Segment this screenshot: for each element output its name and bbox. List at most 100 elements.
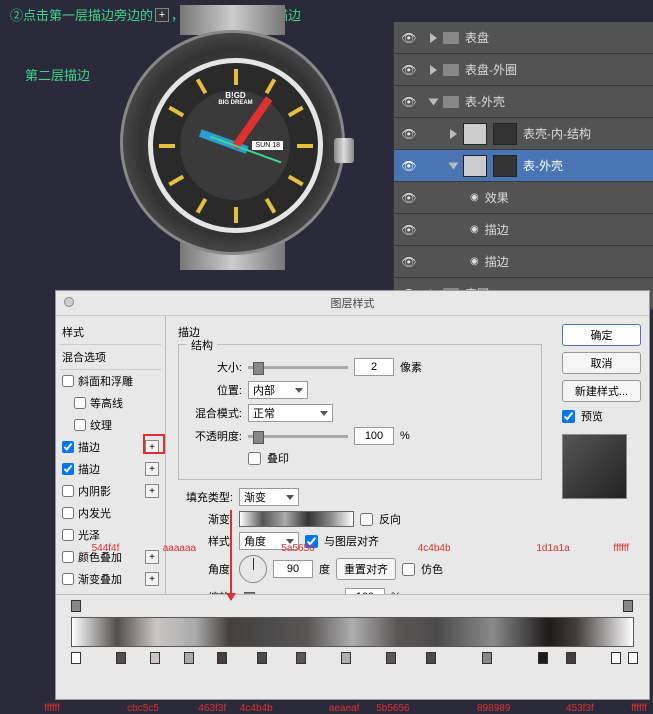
add-stroke-icon[interactable]: + [145,572,159,586]
visibility-icon[interactable]: 👁 [400,255,418,269]
size-input[interactable] [354,358,394,376]
ok-button[interactable]: 确定 [562,324,641,346]
layer-row[interactable]: 👁 表-外壳 [394,86,653,118]
style-checkbox[interactable] [62,529,74,541]
visibility-icon[interactable]: 👁 [400,63,418,77]
style-item[interactable]: 斜面和浮雕 [60,370,161,392]
color-stop[interactable] [426,652,436,664]
cancel-button[interactable]: 取消 [562,352,641,374]
gradient-picker[interactable] [239,511,354,527]
style-checkbox[interactable] [62,507,74,519]
gradient-editor[interactable]: ffffff544f4fcbc5c5aaaaaa463f3f4c4b4b5a56… [56,594,649,699]
style-item[interactable]: 纹理 [60,414,161,436]
layer-row[interactable]: 👁◉描边 [394,214,653,246]
opacity-input[interactable] [354,427,394,445]
style-checkbox[interactable] [62,375,74,387]
style-label: 光泽 [78,527,100,543]
filltype-label: 填充类型: [178,489,233,505]
dither-checkbox[interactable] [402,563,415,576]
visibility-icon[interactable]: 👁 [400,95,418,109]
color-stop[interactable] [257,652,267,664]
visibility-icon[interactable]: 👁 [400,191,418,205]
opacity-slider[interactable] [248,435,348,438]
angle-input[interactable] [273,560,313,578]
style-label: 内发光 [78,505,111,521]
red-arrow-annotation [230,510,232,600]
layer-row[interactable]: 👁◉描边 [394,246,653,278]
style-item[interactable]: 渐变叠加+ [60,568,161,590]
style-checkbox[interactable] [62,441,74,453]
hex-annotation: ffffff [631,703,647,714]
styles-header[interactable]: 样式 [60,320,161,345]
style-checkbox[interactable] [62,485,74,497]
style-item[interactable]: 内阴影+ [60,480,161,502]
reverse-checkbox[interactable] [360,513,373,526]
hex-annotation: 463f3f [198,703,226,714]
visibility-icon[interactable]: 👁 [400,127,418,141]
blend-options[interactable]: 混合选项 [60,345,161,370]
expand-icon[interactable] [449,162,459,169]
style-label: 等高线 [90,395,123,411]
layer-row[interactable]: 👁◉效果 [394,182,653,214]
gradient-strip[interactable] [71,617,634,647]
highlight-box [143,434,165,454]
close-icon[interactable] [64,297,74,307]
visibility-icon[interactable]: 👁 [400,159,418,173]
style-checkbox[interactable] [62,573,74,585]
style-item[interactable]: 描边+ [60,436,161,458]
expand-icon[interactable] [430,65,437,75]
add-stroke-icon[interactable]: + [145,462,159,476]
color-stop[interactable] [341,652,351,664]
color-stop[interactable] [184,652,194,664]
filltype-select[interactable]: 渐变 [239,488,299,506]
position-select[interactable]: 内部 [248,381,308,399]
expand-icon[interactable] [429,98,439,105]
color-stop[interactable] [71,652,81,664]
layer-name: 表-外壳 [465,93,505,110]
style-checkbox[interactable] [74,397,86,409]
reset-align-button[interactable]: 重置对齐 [336,558,396,580]
layer-row[interactable]: 👁 表盘-外圈 [394,54,653,86]
new-style-button[interactable]: 新建样式... [562,380,641,402]
layer-row[interactable]: 👁表壳-内-结构 [394,118,653,150]
folder-icon [443,32,459,44]
color-stop[interactable] [611,652,621,664]
visibility-icon[interactable]: 👁 [400,223,418,237]
layer-row[interactable]: 👁表盘 [394,22,653,54]
style-item[interactable]: 描边 + [60,458,161,480]
color-stop[interactable] [150,652,160,664]
style-checkbox[interactable] [74,419,86,431]
size-slider[interactable] [248,366,348,369]
color-stop[interactable] [296,652,306,664]
size-label: 大小: [187,359,242,375]
blendmode-select[interactable]: 正常 [248,404,333,422]
expand-icon[interactable] [450,129,457,139]
angle-dial[interactable] [239,555,267,583]
visibility-icon[interactable]: 👁 [400,31,418,45]
layer-name: 表盘-外圈 [465,61,517,78]
folder-icon [443,64,459,76]
color-stop[interactable] [538,652,548,664]
preview-checkbox[interactable] [562,410,575,423]
color-stop[interactable] [482,652,492,664]
position-label: 位置: [187,382,242,398]
layer-row[interactable]: 👁表-外壳 [394,150,653,182]
color-stop[interactable] [628,652,638,664]
add-stroke-icon[interactable]: + [145,550,159,564]
add-stroke-icon[interactable]: + [145,484,159,498]
style-checkbox[interactable] [62,551,74,563]
color-stop[interactable] [566,652,576,664]
color-stop[interactable] [386,652,396,664]
expand-icon[interactable] [430,33,437,43]
style-checkbox[interactable] [62,463,74,475]
color-stop[interactable] [116,652,126,664]
style-item[interactable]: 等高线 [60,392,161,414]
layers-panel[interactable]: 👁表盘👁表盘-外圈👁表-外壳👁表壳-内-结构👁表-外壳👁◉效果👁◉描边👁◉描边👁… [393,22,653,310]
style-label: 描边 [78,461,100,477]
style-item[interactable]: 内发光 [60,502,161,524]
angle-label: 角度: [178,561,233,577]
blendmode-label: 混合模式: [187,405,242,421]
overprint-checkbox[interactable] [248,452,261,465]
second-stroke-label: 第二层描边 [25,65,90,84]
color-stop[interactable] [217,652,227,664]
